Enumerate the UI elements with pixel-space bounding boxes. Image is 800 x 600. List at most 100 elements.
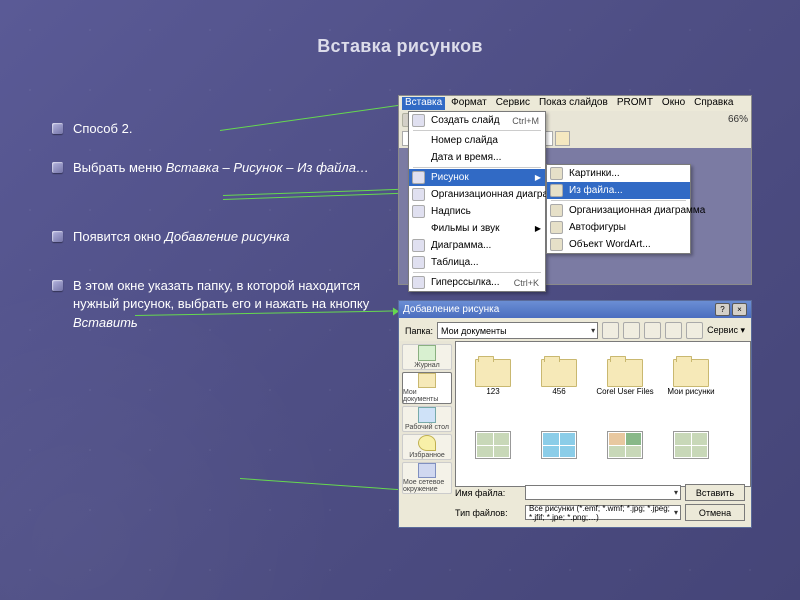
menu-item[interactable]: Дата и время... — [409, 149, 545, 166]
menu-item[interactable]: Создать слайдCtrl+M — [409, 112, 545, 129]
para-3-a: Появится окно — [73, 229, 165, 244]
bullet-icon — [52, 123, 63, 134]
menu-item-вставка[interactable]: Вставка — [402, 97, 445, 110]
file-item[interactable] — [660, 416, 722, 474]
menu-item-label: Гиперссылка... — [431, 277, 500, 288]
screenshot-file-dialog: Добавление рисунка ? × Папка: Мои докуме… — [398, 300, 752, 528]
newfolder-button[interactable] — [665, 322, 682, 339]
menu-item[interactable]: Организационная диаграмма... — [409, 186, 545, 203]
file-label: 123 — [486, 387, 499, 396]
menu-item-формат[interactable]: Формат — [448, 97, 490, 110]
bullet-icon — [52, 231, 63, 242]
place-item[interactable]: Избранное — [402, 434, 452, 460]
ribbon-button[interactable] — [555, 131, 570, 146]
menu-item[interactable]: Рисунок▶ — [409, 169, 545, 186]
menu-item-promt[interactable]: PROMT — [614, 97, 656, 110]
bullet-4: В этом окне указать папку, в которой нах… — [52, 277, 392, 334]
menu-item-справка[interactable]: Справка — [691, 97, 736, 110]
file-item[interactable] — [594, 416, 656, 474]
insert-button[interactable]: Вставить — [685, 484, 745, 501]
help-button[interactable]: ? — [715, 303, 730, 316]
menu-separator — [551, 200, 686, 201]
filetype-combo[interactable]: Все рисунки (*.emf; *.wmf; *.jpg; *.jpeg… — [525, 505, 681, 520]
file-view[interactable]: 123 456 Corel User FilesМои рисунки — [455, 341, 751, 487]
menu-item-icon — [412, 114, 425, 127]
file-item[interactable] — [528, 416, 590, 474]
menu-item-label: Номер слайда — [431, 135, 498, 146]
place-item[interactable]: Мое сетевое окружение — [402, 462, 452, 494]
menu-item[interactable]: Фильмы и звук▶ — [409, 220, 545, 237]
menu-item-показ слайдов[interactable]: Показ слайдов — [536, 97, 611, 110]
place-item[interactable]: Рабочий стол — [402, 406, 452, 432]
menu-item[interactable]: Картинки... — [547, 165, 690, 182]
place-icon — [418, 435, 436, 451]
place-label: Мое сетевое окружение — [403, 479, 451, 493]
place-item[interactable]: Мои документы — [402, 372, 452, 404]
menu-item[interactable]: Надпись — [409, 203, 545, 220]
menu-item[interactable]: Объект WordArt... — [547, 236, 690, 253]
menu-item-label: Диаграмма... — [431, 240, 491, 251]
close-button[interactable]: × — [732, 303, 747, 316]
folder-icon — [475, 359, 511, 387]
folder-icon — [607, 359, 643, 387]
menu-item-icon — [412, 205, 425, 218]
filename-label: Имя файла: — [455, 488, 521, 498]
file-item[interactable]: 456 — [528, 348, 590, 406]
back-button[interactable] — [623, 322, 640, 339]
place-label: Рабочий стол — [405, 424, 449, 431]
menu-item[interactable]: Диаграмма... — [409, 237, 545, 254]
folder-combo[interactable]: Мои документы — [437, 322, 598, 339]
place-label: Журнал — [414, 362, 440, 369]
service-menu[interactable]: Сервис ▾ — [707, 325, 745, 336]
menu-item[interactable]: Таблица... — [409, 254, 545, 271]
menu-item[interactable]: Автофигуры — [547, 219, 690, 236]
para-2-a: Выбрать меню — [73, 160, 166, 175]
menu-item-label: Надпись — [431, 206, 471, 217]
file-item[interactable]: Мои рисунки — [660, 348, 722, 406]
thumbnail-icon — [607, 431, 643, 459]
zoom-level[interactable]: 66% — [728, 114, 748, 125]
thumbnail-icon — [541, 431, 577, 459]
dialog-folder-row: Папка: Мои документы Сервис ▾ — [399, 318, 751, 343]
para-3-text: Появится окно Добавление рисунка — [73, 228, 290, 247]
menu-insert: Создать слайдCtrl+M Номер слайда Дата и вр… — [408, 111, 546, 292]
submenu-arrow-icon: ▶ — [535, 173, 541, 182]
bullet-2: Выбрать меню Вставка – Рисунок – Из файл… — [52, 159, 392, 178]
folder-icon — [673, 359, 709, 387]
menu-item-сервис[interactable]: Сервис — [493, 97, 533, 110]
place-icon — [418, 407, 436, 423]
views-button[interactable] — [686, 322, 703, 339]
file-item[interactable]: 123 — [462, 348, 524, 406]
menu-item-icon — [550, 221, 563, 234]
place-icon — [418, 463, 436, 478]
place-item[interactable]: Журнал — [402, 344, 452, 370]
delete-button[interactable] — [644, 322, 661, 339]
menu-item-icon — [412, 276, 425, 289]
para-2-text: Выбрать меню Вставка – Рисунок – Из файл… — [73, 159, 369, 178]
menu-item-label: Автофигуры — [569, 222, 626, 233]
menu-item-label: Из файла... — [569, 185, 623, 196]
file-item[interactable]: Corel User Files — [594, 348, 656, 406]
file-item[interactable] — [462, 416, 524, 474]
menu-item-icon — [550, 184, 563, 197]
submenu-arrow-icon: ▶ — [535, 224, 541, 233]
menubar: ВставкаФорматСервисПоказ слайдовPROMTОкн… — [399, 96, 751, 111]
menu-separator — [413, 130, 541, 131]
up-button[interactable] — [602, 322, 619, 339]
places-bar: Журнал Мои документы Рабочий стол Избранное… — [399, 341, 455, 487]
menu-item[interactable]: Организационная диаграмма — [547, 202, 690, 219]
menu-item[interactable]: Номер слайда — [409, 132, 545, 149]
menu-item-окно[interactable]: Окно — [659, 97, 688, 110]
submenu-picture: Картинки... Из файла... Организационная ди… — [546, 164, 691, 254]
cancel-button[interactable]: Отмена — [685, 504, 745, 521]
menu-item[interactable]: Гиперссылка...Ctrl+K — [409, 274, 545, 291]
text-column: Способ 2. Выбрать меню Вставка – Рисунок… — [52, 120, 392, 353]
para-4-text: В этом окне указать папку, в которой нах… — [73, 277, 392, 334]
filename-input[interactable] — [525, 485, 681, 500]
folder-label: Папка: — [405, 326, 433, 336]
file-label: 456 — [552, 387, 565, 396]
place-label: Мои документы — [403, 389, 451, 403]
slide-title: Вставка рисунков — [0, 0, 800, 57]
menu-item[interactable]: Из файла... — [547, 182, 690, 199]
thumbnail-icon — [673, 431, 709, 459]
